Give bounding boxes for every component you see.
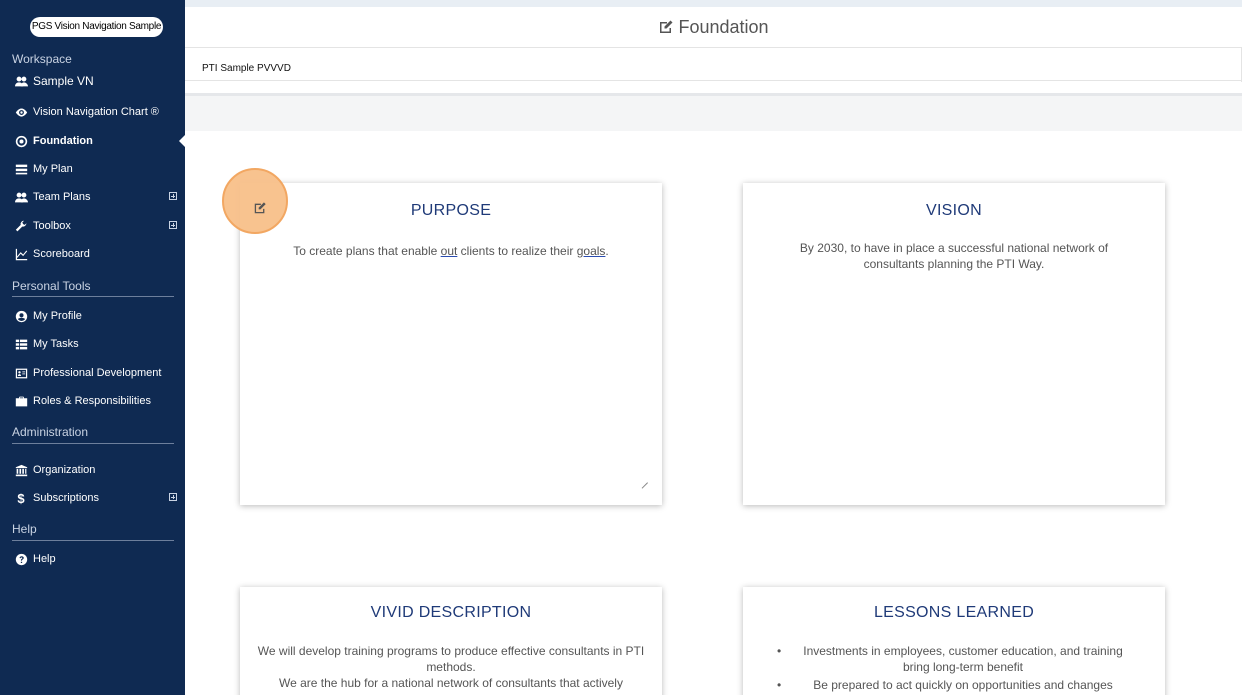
vivid-title: VIVID DESCRIPTION [370,604,532,621]
line-chart-icon [14,247,28,261]
administration-label: Administration [12,425,89,439]
sidebar-item-help[interactable]: Help [0,548,185,570]
vision-text: By 2030, to have in place a successful n… [799,241,1109,271]
sidebar-item-my-plan[interactable]: My Plan [0,158,185,180]
vision-card: VISION By 2030, to have in place a succe… [743,183,1165,505]
sidebar-item-label: Scoreboard [33,248,90,260]
question-circle-icon [14,552,28,566]
expand-icon[interactable] [169,221,177,229]
workspace-section-label: Workspace [12,52,72,66]
spelling-flag: goals [576,244,606,258]
sidebar-item-vision-chart[interactable]: Vision Navigation Chart ® [0,101,185,123]
sidebar-item-professional-development[interactable]: Professional Development [0,362,185,384]
spelling-flag: out [440,244,458,258]
purpose-text-part: clients to realize their [457,244,577,258]
bullet: • [777,644,782,658]
id-card-icon [14,366,28,380]
bullet: • [777,678,782,692]
vivid-line: We will develop training programs to pro… [257,644,645,674]
sidebar-item-organization[interactable]: Organization [0,459,185,481]
workspace-selector[interactable]: Sample VN [0,70,185,92]
user-circle-icon [14,309,28,323]
resize-handle[interactable] [642,477,648,483]
sidebar-item-label: My Plan [33,163,73,175]
sidebar-item-label: My Profile [33,310,82,322]
sidebar-item-label: Vision Navigation Chart ® [33,106,159,118]
sidebar-item-team-plans[interactable]: Team Plans [0,186,185,208]
sidebar: PGS Vision Navigation Sample Workspace S… [0,0,185,695]
target-icon [14,134,28,148]
bank-icon [14,463,28,477]
page-title: Foundation [678,16,769,37]
edit-purpose-button[interactable] [251,199,269,217]
sidebar-item-foundation[interactable]: Foundation [0,130,185,152]
sidebar-item-label: Help [33,553,56,565]
purpose-text[interactable]: To create plans that enable out clients … [240,243,662,259]
sidebar-item-label: My Tasks [33,338,79,350]
plan-name-bar: PTI Sample PVVVD [185,47,1242,82]
expand-icon[interactable] [169,192,177,200]
briefcase-icon [14,394,28,408]
team-icon [14,190,28,204]
sidebar-item-roles[interactable]: Roles & Responsibilities [0,390,185,412]
vision-title: VISION [925,202,983,219]
sidebar-item-label: Roles & Responsibilities [33,395,151,407]
purpose-title: PURPOSE [410,202,492,219]
sidebar-item-my-profile[interactable]: My Profile [0,305,185,327]
sidebar-item-label: Organization [33,464,96,476]
list-icon [14,337,28,351]
purpose-text-part: To create plans that enable [293,244,441,258]
workspace-name: Sample VN [33,74,94,88]
toolbar-band [185,93,1242,131]
brand-pill[interactable]: PGS Vision Navigation Sample [30,17,163,37]
sidebar-item-label: Subscriptions [33,492,100,504]
active-indicator [179,135,185,147]
page-header: Foundation [185,7,1242,47]
users-icon [14,74,28,88]
lessons-title: LESSONS LEARNED [873,604,1035,621]
divider [12,296,174,297]
personal-tools-label: Personal Tools [12,279,91,293]
sidebar-item-label: Toolbox [33,220,71,232]
wrench-icon [14,219,28,233]
vivid-description-card: VIVID DESCRIPTION We will develop traini… [240,587,662,695]
expand-icon[interactable] [169,493,177,501]
lessons-learned-card: LESSONS LEARNED • Investments in employe… [743,587,1165,695]
sidebar-item-label: Team Plans [33,191,91,203]
plan-name: PTI Sample PVVVD [202,63,291,74]
lessons-list: • Investments in employees, customer edu… [743,643,1165,693]
sidebar-item-label: Professional Development [33,367,162,379]
sidebar-item-my-tasks[interactable]: My Tasks [0,333,185,355]
sidebar-item-scoreboard[interactable]: Scoreboard [0,243,185,265]
lesson-text: Be prepared to act quickly on opportunit… [813,678,1113,692]
plan-icon [14,162,28,176]
edit-icon [254,202,266,214]
list-item: • Investments in employees, customer edu… [777,643,1135,675]
sidebar-item-subscriptions[interactable]: $ Subscriptions [0,487,185,509]
vivid-line: We are the hub for a national network of… [279,676,623,690]
edit-icon [660,20,673,33]
purpose-card: PURPOSE To create plans that enable out … [240,183,662,505]
divider [12,540,174,541]
help-section-label: Help [12,522,37,536]
list-item: • Be prepared to act quickly on opportun… [777,677,1135,693]
dollar-icon: $ [17,490,25,506]
sidebar-item-toolbox[interactable]: Toolbox [0,215,185,237]
vivid-text: We will develop training programs to pro… [240,643,662,691]
sidebar-item-label: Foundation [33,135,93,147]
top-strip [185,0,1242,7]
eye-icon [14,105,28,119]
lesson-text: Investments in employees, customer educa… [803,644,1123,674]
purpose-text-part: . [605,244,609,258]
divider [12,443,174,444]
